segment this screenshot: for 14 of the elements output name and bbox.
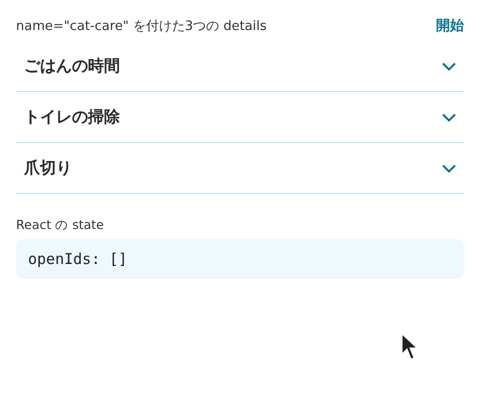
start-button[interactable]: 開始	[436, 16, 464, 37]
state-label: React の state	[16, 216, 105, 234]
details-title: 爪切り	[24, 157, 72, 179]
details-summary[interactable]: ごはんの時間	[16, 41, 464, 92]
details-title: トイレの掃除	[24, 106, 120, 128]
chevron-icon	[442, 62, 456, 70]
caption-text: name="cat-care" を付けた3つの details	[16, 18, 267, 36]
details-summary[interactable]: トイレの掃除	[16, 92, 464, 143]
chevron-icon	[442, 112, 456, 122]
details-summary[interactable]: 爪切り	[16, 143, 464, 194]
mouse-cursor-icon	[401, 333, 419, 361]
chevron-icon	[442, 164, 456, 172]
details-title: ごはんの時間	[24, 55, 120, 77]
state-code: openIds: []	[16, 238, 464, 280]
